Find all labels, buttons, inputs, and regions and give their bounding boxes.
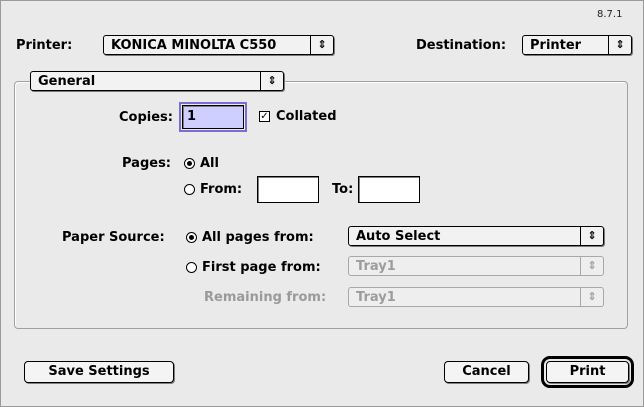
destination-popup-value: Printer (530, 38, 582, 53)
remaining-from-label: Remaining from: (204, 290, 327, 305)
popup-arrows-icon: ⇕ (580, 288, 603, 306)
pages-all-radio[interactable] (184, 158, 195, 169)
all-pages-source-value: Auto Select (356, 229, 441, 244)
print-button[interactable]: Print (541, 356, 634, 388)
all-pages-from-radio[interactable] (186, 232, 197, 243)
collated-label[interactable]: Collated (276, 109, 337, 124)
all-pages-source-popup[interactable]: Auto Select ⇕ (348, 226, 604, 246)
panel-popup[interactable]: General ⇕ (30, 71, 284, 91)
printer-label: Printer: (16, 38, 73, 53)
popup-arrows-icon: ⇕ (260, 72, 283, 90)
checkmark-icon: ✓ (260, 111, 269, 122)
pages-to-label: To: (332, 182, 354, 197)
pages-label: Pages: (122, 156, 172, 171)
destination-popup[interactable]: Printer ⇕ (522, 35, 632, 55)
all-pages-from-label[interactable]: All pages from: (202, 230, 314, 245)
printer-popup-value: KONICA MINOLTA C550 (111, 38, 277, 53)
popup-arrows-icon: ⇕ (580, 227, 603, 245)
remaining-source-popup[interactable]: Tray1 ⇕ (348, 287, 604, 307)
first-page-source-popup[interactable]: Tray1 ⇕ (348, 256, 604, 276)
version-label: 8.7.1 (597, 9, 623, 20)
first-page-source-value: Tray1 (356, 259, 396, 274)
popup-arrows-icon: ⇕ (310, 36, 333, 54)
paper-source-label: Paper Source: (62, 230, 165, 245)
pages-from-label[interactable]: From: (200, 182, 242, 197)
panel-popup-value: General (38, 74, 96, 89)
first-page-from-radio[interactable] (186, 262, 197, 273)
remaining-source-value: Tray1 (356, 290, 396, 305)
copies-field[interactable]: 1 (179, 102, 247, 132)
popup-arrows-icon: ⇕ (580, 257, 603, 275)
pages-from-field[interactable] (257, 176, 319, 203)
collated-checkbox[interactable]: ✓ (259, 111, 270, 122)
print-dialog: 8.7.1 Printer: KONICA MINOLTA C550 ⇕ Des… (0, 0, 644, 407)
cancel-button[interactable]: Cancel (444, 361, 529, 383)
pages-to-field[interactable] (358, 176, 420, 203)
printer-popup[interactable]: KONICA MINOLTA C550 ⇕ (103, 35, 334, 55)
pages-all-label[interactable]: All (200, 156, 219, 171)
destination-label: Destination: (416, 38, 507, 53)
copies-value: 1 (187, 109, 197, 124)
copies-label: Copies: (119, 110, 173, 125)
pages-from-radio[interactable] (184, 184, 195, 195)
popup-arrows-icon: ⇕ (608, 36, 631, 54)
first-page-from-label[interactable]: First page from: (202, 260, 321, 275)
save-settings-button[interactable]: Save Settings (24, 361, 174, 383)
